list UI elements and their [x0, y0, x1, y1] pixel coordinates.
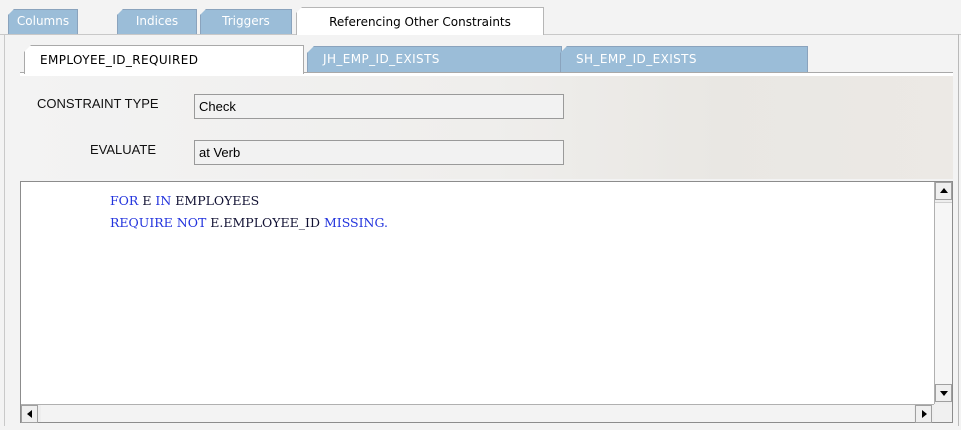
top-tab-strip: Columns Indices Triggers Referencing Oth… [0, 0, 961, 36]
code-line-2: REQUIRE NOT E.EMPLOYEE_ID MISSING. [110, 212, 388, 234]
constraint-panel: EMPLOYEE_ID_REQUIRED JH_EMP_ID_EXISTS SH… [20, 37, 953, 423]
constraint-tab-sh-emp-id-exists[interactable]: SH_EMP_ID_EXISTS [560, 46, 808, 72]
code-keyword: REQUIRE [110, 215, 173, 230]
constraints-window: Columns Indices Triggers Referencing Oth… [0, 0, 961, 430]
code-keyword: FOR [110, 193, 139, 208]
code-keyword: MISSING. [323, 215, 388, 230]
panel-border-left [4, 34, 5, 426]
code-text: EMPLOYEES [171, 193, 260, 208]
horizontal-scroll-track[interactable] [41, 405, 914, 422]
constraint-tab-jh-emp-id-exists[interactable]: JH_EMP_ID_EXISTS [307, 46, 562, 72]
code-keyword: IN [155, 193, 172, 208]
tab-referencing-other-constraints[interactable]: Referencing Other Constraints [296, 7, 544, 35]
scroll-down-button[interactable] [935, 384, 952, 402]
panel-border-right [958, 34, 959, 426]
code-text: E [138, 193, 156, 208]
tab-columns[interactable]: Columns [8, 9, 78, 34]
constraint-type-label: CONSTRAINT TYPE [37, 96, 159, 111]
scroll-left-button[interactable] [21, 405, 38, 423]
constraint-tab-employee-id-required[interactable]: EMPLOYEE_ID_REQUIRED [24, 45, 304, 74]
constraint-type-field[interactable] [194, 94, 564, 119]
scrollbar-corner [934, 404, 952, 422]
tab-triggers[interactable]: Triggers [200, 9, 292, 34]
scroll-right-button[interactable] [915, 405, 932, 423]
constraint-form: CONSTRAINT TYPE EVALUATE [20, 76, 953, 179]
code-line-1: FOR E IN EMPLOYEES [110, 190, 388, 212]
vertical-scrollbar[interactable] [934, 182, 952, 404]
scroll-left-arrow-icon [26, 410, 32, 418]
code-keyword: NOT [176, 215, 207, 230]
evaluate-label: EVALUATE [90, 142, 156, 157]
scroll-up-button[interactable] [935, 182, 952, 200]
tab-indices[interactable]: Indices [117, 9, 197, 34]
code-body: FOR E IN EMPLOYEES REQUIRE NOT E.EMPLOYE… [110, 190, 388, 234]
code-text: E.EMPLOYEE_ID [206, 215, 324, 230]
horizontal-scrollbar[interactable] [21, 404, 934, 423]
evaluate-field[interactable] [194, 140, 564, 165]
scroll-right-arrow-icon [921, 410, 927, 418]
scroll-up-arrow-icon [939, 188, 948, 193]
constraint-code-editor[interactable]: FOR E IN EMPLOYEES REQUIRE NOT E.EMPLOYE… [20, 181, 953, 423]
scroll-down-arrow-icon [939, 391, 948, 396]
vertical-scroll-track[interactable] [935, 202, 952, 386]
